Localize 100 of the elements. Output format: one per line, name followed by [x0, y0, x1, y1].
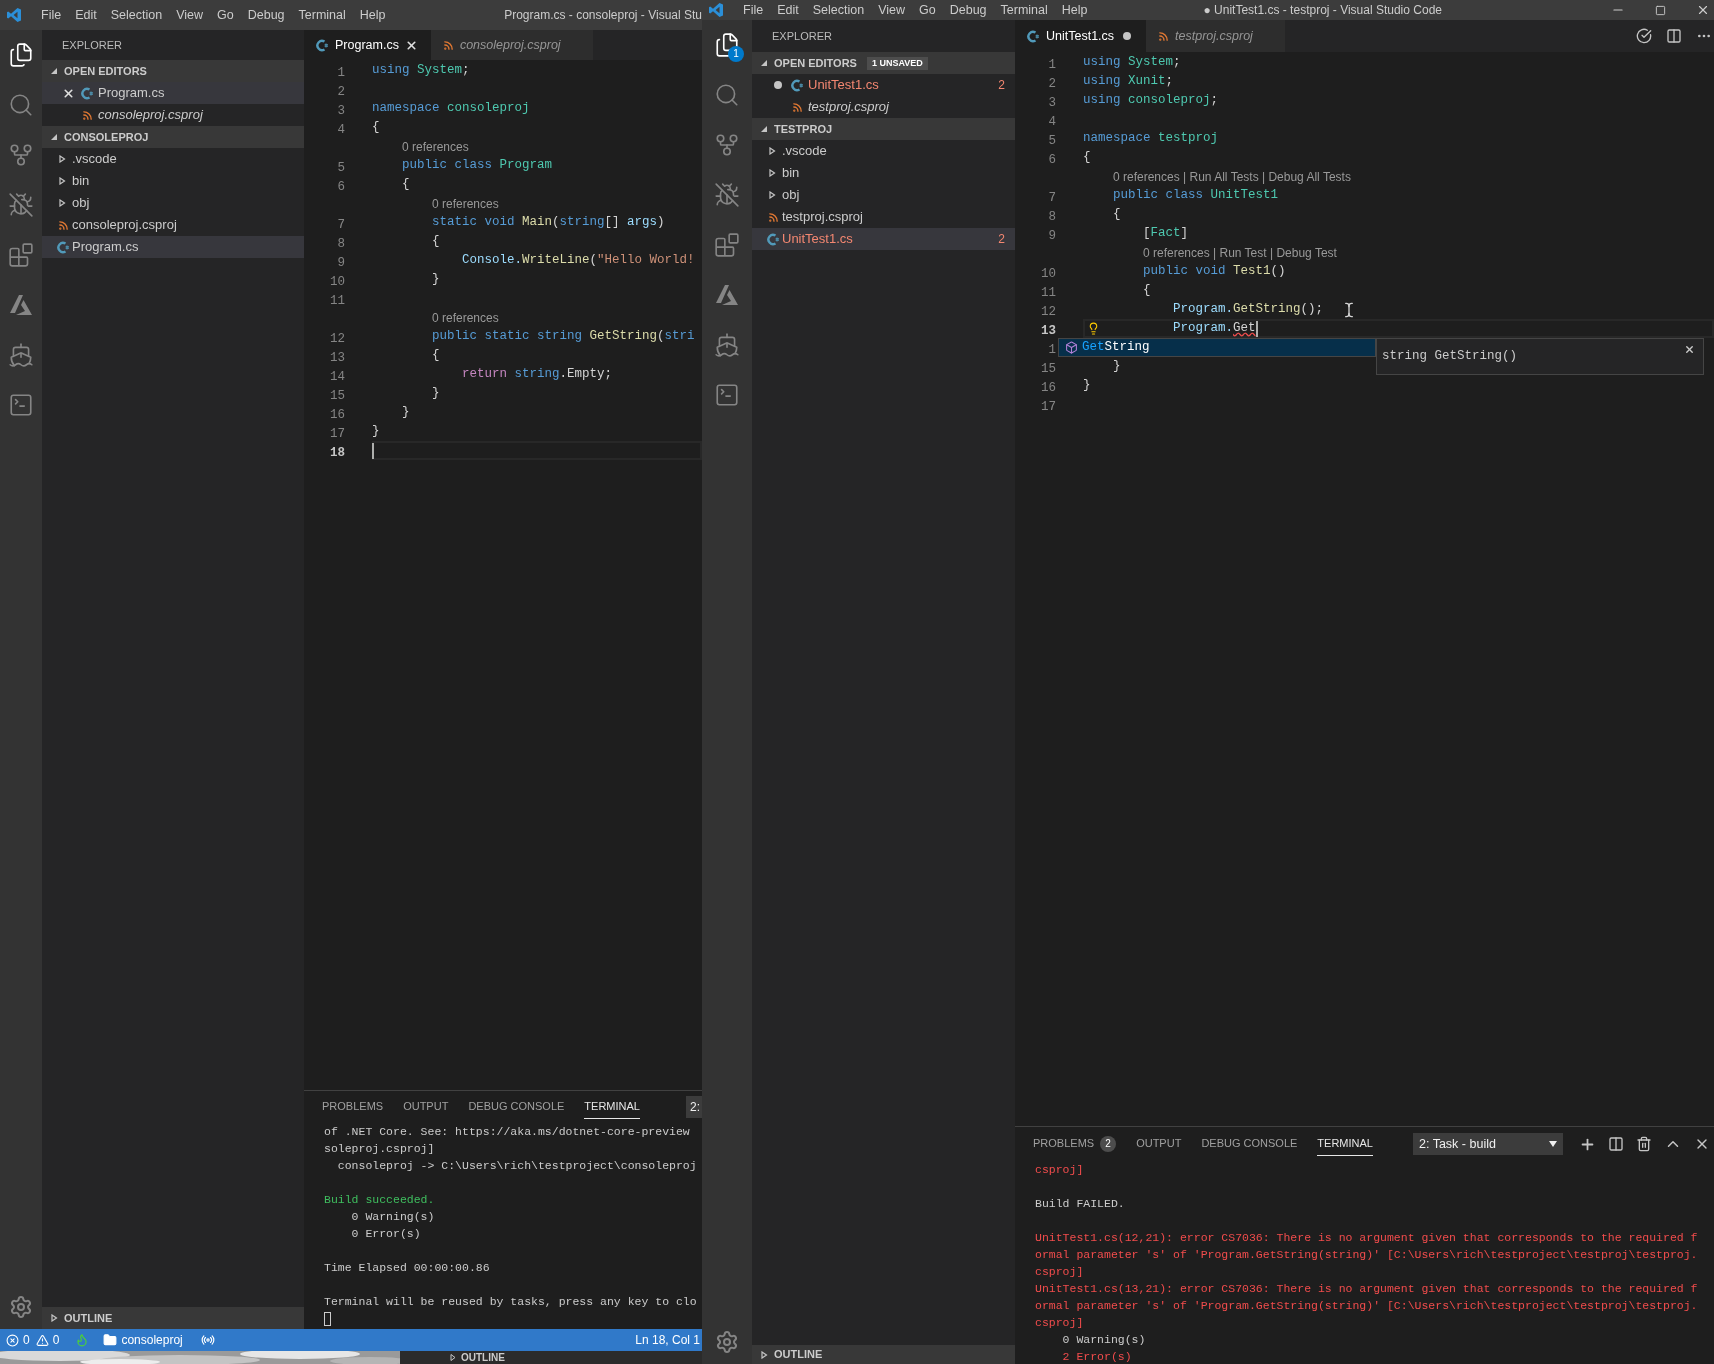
file-name: consoleproj.csproj — [72, 216, 177, 235]
code-line: { — [372, 119, 380, 136]
panel-tab[interactable]: PROBLEMS — [322, 1095, 384, 1119]
open-editor-item[interactable]: UnitTest1.cs 2 — [752, 74, 1015, 96]
menu-item[interactable]: Terminal — [291, 5, 353, 25]
menu-item[interactable]: View — [169, 5, 210, 25]
folder-row[interactable]: bin — [752, 162, 1015, 184]
line-number: 3 — [337, 103, 345, 118]
terminal-line: ormal parameter 's' of 'Program.GetString(string)' [C:\Users\rich\testproject\testproj\testproj. — [1035, 1298, 1698, 1314]
code-line: [Fact] — [1143, 225, 1189, 242]
warning-count[interactable]: 0 — [52, 1331, 60, 1349]
line-number: 6 — [1048, 152, 1056, 167]
section-header[interactable]: OUTLINE — [42, 1307, 304, 1329]
open-editor-item[interactable]: consoleproj.csproj — [42, 104, 304, 126]
editor-tab[interactable]: consoleproj.csproj — [430, 30, 593, 60]
menu-item[interactable]: File — [34, 5, 69, 25]
menu-item[interactable]: Selection — [805, 0, 872, 20]
code-lens[interactable]: 0 references — [432, 194, 499, 213]
code-line: } — [1113, 358, 1121, 375]
line-number: 1 — [1048, 342, 1056, 357]
line-number: 17 — [330, 426, 345, 441]
terminal-line: Build FAILED. — [1035, 1196, 1125, 1212]
panel-tab[interactable]: PROBLEMS 2 — [1033, 1132, 1117, 1156]
code-lens[interactable]: 0 references — [402, 137, 469, 156]
code-lens[interactable]: 0 references — [432, 308, 499, 327]
editor-tab[interactable]: testproj.csproj — [1146, 20, 1285, 52]
explorer-row[interactable]: UnitTest1.cs 2 — [752, 228, 1015, 250]
panel-tab[interactable]: DEBUG CONSOLE — [468, 1095, 565, 1119]
code-lens[interactable]: 0 references | Run Test | Debug Test — [1143, 243, 1337, 262]
section-header[interactable]: CONSOLEPROJ — [42, 126, 304, 148]
menu-item[interactable]: Edit — [68, 5, 104, 25]
menu-item[interactable]: Selection — [103, 5, 170, 25]
window-title: ● UnitTest1.cs - testproj - Visual Studio Code — [1203, 2, 1442, 19]
explorer-row[interactable]: testproj.csproj — [752, 206, 1015, 228]
project-name[interactable]: consoleproj — [121, 1331, 183, 1349]
line-number: 12 — [330, 331, 345, 346]
menu-item[interactable]: Go — [210, 5, 241, 25]
code-line: namespace testproj — [1083, 130, 1219, 147]
folder-name: .vscode — [72, 150, 117, 169]
menu-item[interactable]: Go — [912, 0, 943, 20]
terminal-line: 0 Error(s) — [350, 1226, 421, 1242]
file-name: testproj.csproj — [808, 98, 889, 117]
panel-tab[interactable]: TERMINAL — [1317, 1132, 1373, 1156]
folder-row[interactable]: obj — [752, 184, 1015, 206]
terminal-line: csproj] — [1035, 1315, 1084, 1331]
section-header[interactable]: OPEN EDITORS — [42, 60, 304, 82]
line-number: 10 — [330, 274, 345, 289]
suggestion-label: GetString — [1082, 339, 1150, 357]
sidebar-title: EXPLORER — [772, 28, 832, 44]
open-editor-item[interactable]: Program.cs — [42, 82, 304, 104]
code-line: Program.GetString(); — [1173, 301, 1324, 318]
menu-item[interactable]: Help — [1054, 0, 1095, 20]
code-line: namespace consoleproj — [372, 100, 530, 117]
section-header[interactable]: TESTPROJ — [752, 118, 1015, 140]
terminal-dropdown[interactable]: 2: — [686, 1096, 702, 1118]
panel-tab[interactable]: OUTPUT — [1136, 1132, 1182, 1156]
menu-item[interactable]: File — [736, 0, 771, 20]
code-line: return string.Empty; — [462, 366, 613, 383]
code-line: } — [432, 271, 440, 288]
explorer-row[interactable]: consoleproj.csproj — [42, 214, 304, 236]
code-line: { — [1083, 149, 1091, 166]
code-line: static void Main(string[] args) — [432, 214, 665, 231]
code-line: { — [432, 233, 440, 250]
folder-row[interactable]: .vscode — [42, 148, 304, 170]
menu-item[interactable]: Terminal — [993, 0, 1055, 20]
panel-tab[interactable]: OUTPUT — [403, 1095, 449, 1119]
suggestion-item[interactable]: GetString — [1058, 338, 1376, 357]
terminal-dropdown[interactable]: 2: Task - build — [1413, 1133, 1563, 1155]
error-count[interactable]: 0 — [23, 1331, 30, 1349]
code-line: { — [1143, 282, 1151, 299]
menu-item[interactable]: Edit — [770, 0, 806, 20]
terminal-line: 2 Error(s) — [1061, 1349, 1132, 1364]
signature-text: string GetString() — [1382, 349, 1518, 363]
panel-tab[interactable]: TERMINAL — [584, 1095, 640, 1119]
editor-tab[interactable]: Program.cs — [304, 30, 431, 60]
explorer-row[interactable]: Program.cs — [42, 236, 304, 258]
sidebar-title: EXPLORER — [62, 37, 122, 53]
menu-item[interactable]: View — [871, 0, 912, 20]
code-lens[interactable]: 0 references | Run All Tests | Debug All Tests — [1113, 167, 1351, 186]
line-number: 6 — [337, 179, 345, 194]
code-line: public void Test1() — [1143, 263, 1286, 280]
line-number: 12 — [1041, 304, 1056, 319]
line-number: 18 — [330, 445, 345, 460]
code-line: Console.WriteLine("Hello World! — [462, 252, 695, 269]
menu-item[interactable]: Help — [352, 5, 393, 25]
file-name: Program.cs — [72, 238, 139, 257]
folder-row[interactable]: .vscode — [752, 140, 1015, 162]
section-header[interactable]: OPEN EDITORS 1 UNSAVED — [752, 52, 1015, 74]
panel-tab[interactable]: DEBUG CONSOLE — [1201, 1132, 1298, 1156]
count-badge: 1 — [728, 46, 744, 62]
editor-tab[interactable]: UnitTest1.cs — [1015, 20, 1147, 52]
section-header[interactable]: OUTLINE — [752, 1345, 1015, 1364]
open-editor-item[interactable]: testproj.csproj — [752, 96, 1015, 118]
line-number: 14 — [330, 369, 345, 384]
folder-row[interactable]: obj — [42, 192, 304, 214]
menu-item[interactable]: Debug — [942, 0, 994, 20]
folder-row[interactable]: bin — [42, 170, 304, 192]
menu-item[interactable]: Debug — [240, 5, 292, 25]
cursor-position[interactable]: Ln 18, Col 1 — [635, 1331, 702, 1349]
terminal-line: csproj] — [1035, 1264, 1084, 1280]
